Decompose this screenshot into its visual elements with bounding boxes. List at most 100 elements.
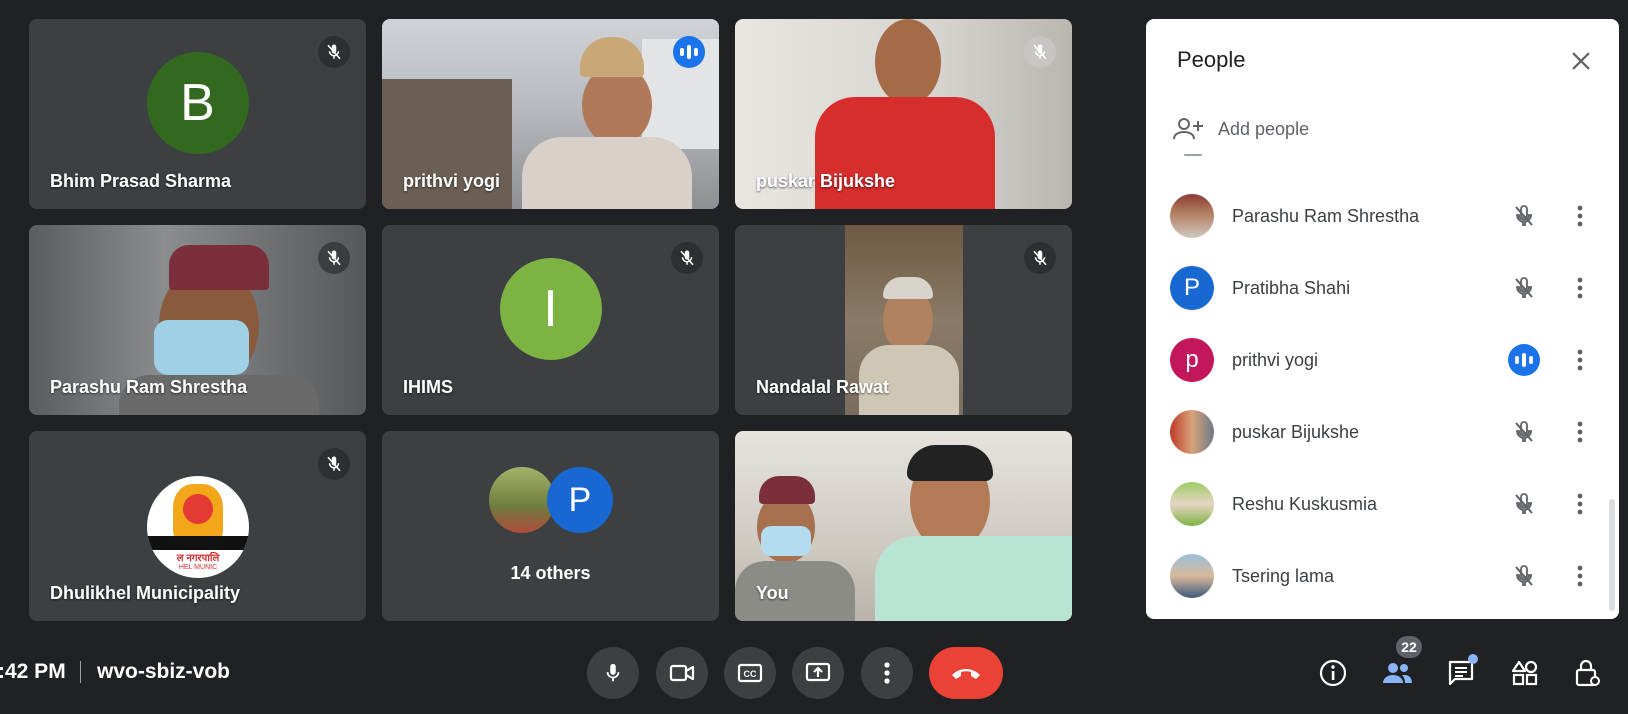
lock-icon xyxy=(1575,659,1600,687)
avatar xyxy=(1170,554,1214,598)
mic-off-icon xyxy=(1024,242,1056,274)
self-tile[interactable]: You xyxy=(735,431,1072,621)
add-people-button[interactable]: Add people xyxy=(1172,115,1309,143)
mic-off-icon xyxy=(318,242,350,274)
activities-icon xyxy=(1511,660,1538,686)
more-options-button[interactable] xyxy=(861,647,913,699)
participant-name: IHIMS xyxy=(403,377,454,397)
add-person-icon xyxy=(1173,118,1203,140)
mic-off-icon xyxy=(1506,198,1542,234)
participant-name: prithvi yogi xyxy=(1232,349,1319,370)
participant-row[interactable]: p prithvi yogi xyxy=(1170,330,1590,390)
municipality-logo: ल नगरपालि HEL MUNIC xyxy=(147,476,249,578)
participant-tile-prithvi[interactable]: prithvi yogi xyxy=(382,19,719,209)
more-options-button[interactable] xyxy=(1570,414,1590,450)
avatar: I xyxy=(499,257,602,360)
activities-button[interactable] xyxy=(1504,652,1546,694)
participant-name: puskar Bijukshe xyxy=(1232,421,1360,442)
avatar xyxy=(1170,410,1214,454)
present-screen-icon xyxy=(805,662,831,682)
meeting-details-button[interactable] xyxy=(1312,652,1354,694)
more-vert-icon xyxy=(1577,493,1583,515)
add-people-label: Add people xyxy=(1218,118,1310,139)
avatar xyxy=(489,467,555,533)
more-vert-icon xyxy=(1577,565,1583,587)
mic-off-icon xyxy=(1506,414,1542,450)
panel-title: People xyxy=(1177,47,1246,72)
speaking-indicator-icon xyxy=(673,36,705,68)
participant-row[interactable]: puskar Bijukshe xyxy=(1170,402,1590,462)
present-screen-button[interactable] xyxy=(792,647,844,699)
close-panel-button[interactable] xyxy=(1563,43,1599,79)
scrollbar[interactable] xyxy=(1609,499,1615,611)
speaking-indicator-icon xyxy=(1508,344,1540,376)
participant-name: prithvi yogi xyxy=(403,171,501,191)
captions-icon: CC xyxy=(737,663,763,683)
camera-icon xyxy=(669,664,695,682)
microphone-icon xyxy=(606,663,620,682)
participant-name: Tsering lama xyxy=(1232,565,1335,586)
host-controls-button[interactable] xyxy=(1566,652,1608,694)
others-count: 14 others xyxy=(510,563,591,583)
participant-name: puskar Bijukshe xyxy=(756,171,896,191)
leave-call-button[interactable] xyxy=(929,647,1003,699)
participant-row[interactable]: Tsering lama xyxy=(1170,546,1590,606)
participant-name: Pratibha Shahi xyxy=(1232,277,1351,298)
people-panel: People Add people Parashu Ram Shrestha P… xyxy=(1146,19,1619,619)
mic-off-icon xyxy=(318,36,350,68)
avatar: P xyxy=(547,467,613,533)
avatar: P xyxy=(1170,266,1214,310)
participant-count-badge: 22 xyxy=(1396,636,1422,658)
more-vert-icon xyxy=(1577,205,1583,227)
mic-off-icon xyxy=(1506,270,1542,306)
mic-off-icon xyxy=(318,448,350,480)
more-options-button[interactable] xyxy=(1570,486,1590,522)
participant-name: You xyxy=(756,583,789,603)
participant-row[interactable]: Reshu Kuskusmia xyxy=(1170,474,1590,534)
end-call-icon xyxy=(952,669,980,679)
avatar: p xyxy=(1170,338,1214,382)
meeting-code: wvo-sbiz-vob xyxy=(97,660,231,683)
info-icon xyxy=(1319,659,1347,687)
mic-off-icon xyxy=(1506,486,1542,522)
people-button[interactable] xyxy=(1376,652,1418,694)
more-options-button[interactable] xyxy=(1570,198,1590,234)
camera-button[interactable] xyxy=(656,647,708,699)
meeting-time: :42 PM xyxy=(0,660,66,683)
avatar: B xyxy=(146,51,249,154)
chat-notification-dot xyxy=(1468,654,1478,664)
avatar xyxy=(1170,194,1214,238)
people-icon xyxy=(1383,663,1412,683)
more-options-button[interactable] xyxy=(1570,270,1590,306)
avatar xyxy=(1170,482,1214,526)
more-vert-icon xyxy=(1577,421,1583,443)
participant-row[interactable]: Parashu Ram Shrestha xyxy=(1170,186,1590,246)
others-tile[interactable]: P 14 others xyxy=(382,431,719,621)
participant-tile-ihims[interactable]: I IHIMS xyxy=(382,225,719,415)
participant-tile-dhulikhel[interactable]: ल नगरपालि HEL MUNIC Dhulikhel Municipali… xyxy=(29,431,366,621)
more-vert-icon xyxy=(1577,349,1583,371)
participant-name: Reshu Kuskusmia xyxy=(1232,493,1378,514)
participant-name: Parashu Ram Shrestha xyxy=(1232,205,1420,226)
participant-tile-parashu[interactable]: Parashu Ram Shrestha xyxy=(29,225,366,415)
mic-off-icon xyxy=(1506,558,1542,594)
more-options-button[interactable] xyxy=(1570,558,1590,594)
participant-row[interactable]: P Pratibha Shahi xyxy=(1170,258,1590,318)
participant-tile-bhim[interactable]: B Bhim Prasad Sharma xyxy=(29,19,366,209)
mic-off-icon xyxy=(671,242,703,274)
mic-off-icon xyxy=(1024,36,1056,68)
participant-name: Dhulikhel Municipality xyxy=(50,583,241,603)
participant-tile-puskar[interactable]: puskar Bijukshe xyxy=(735,19,1072,209)
divider xyxy=(80,661,81,683)
close-icon xyxy=(1572,52,1590,70)
more-options-button[interactable] xyxy=(1570,342,1590,378)
captions-button[interactable]: CC xyxy=(724,647,776,699)
participant-name: Parashu Ram Shrestha xyxy=(50,377,248,397)
microphone-button[interactable] xyxy=(587,647,639,699)
more-vert-icon xyxy=(884,662,890,684)
more-vert-icon xyxy=(1577,277,1583,299)
participant-name: Nandalal Rawat xyxy=(756,377,890,397)
participant-name: Bhim Prasad Sharma xyxy=(50,171,232,191)
svg-text:CC: CC xyxy=(744,669,757,679)
participant-tile-nandalal[interactable]: Nandalal Rawat xyxy=(735,225,1072,415)
